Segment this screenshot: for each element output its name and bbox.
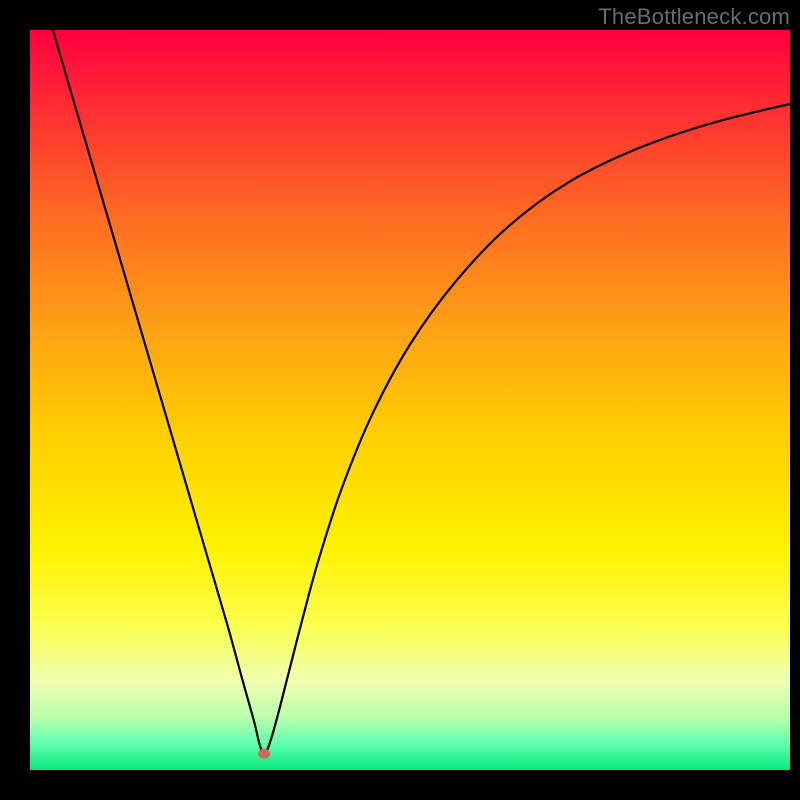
chart-canvas: [0, 0, 800, 800]
watermark-text: TheBottleneck.com: [598, 4, 790, 30]
optimum-marker: [258, 749, 270, 759]
chart-background: [30, 30, 790, 770]
